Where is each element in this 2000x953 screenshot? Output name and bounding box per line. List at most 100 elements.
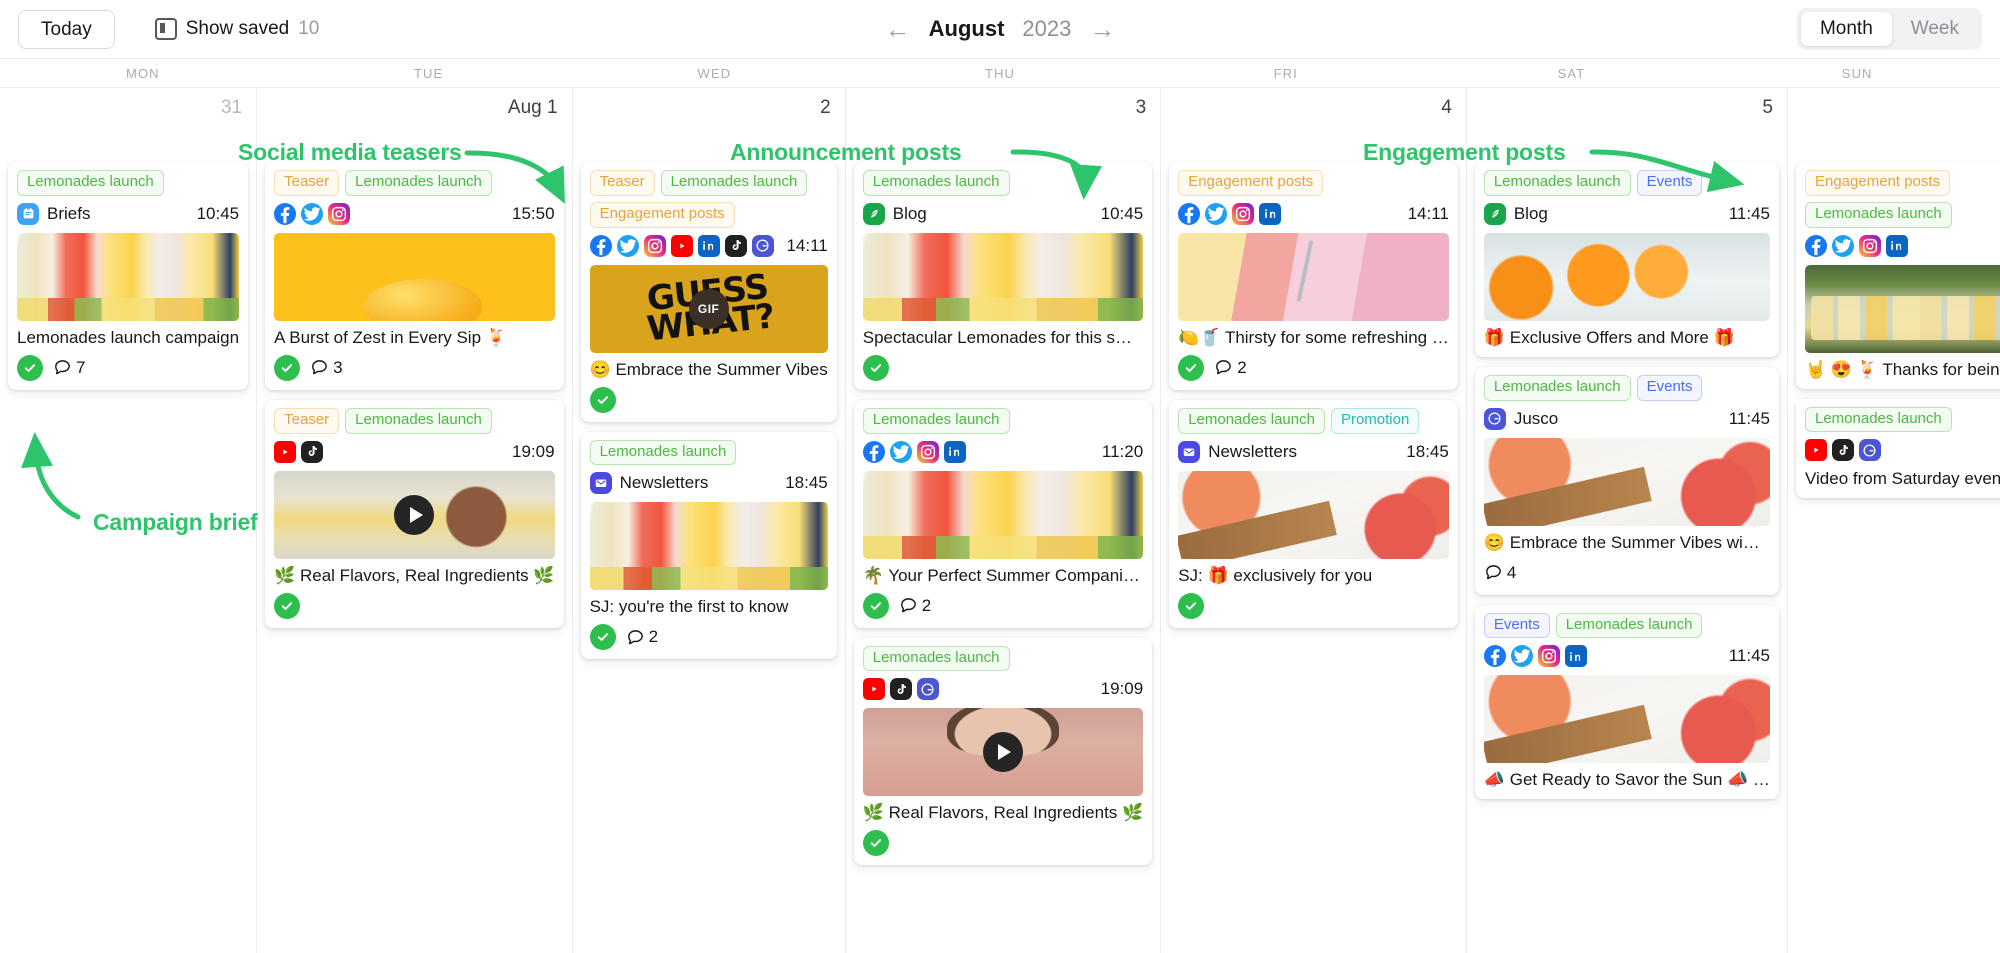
weekday-header: MON TUE WED THU FRI SAT SUN [0, 58, 2000, 88]
comment-count[interactable]: 7 [53, 358, 85, 378]
weekday-tue: TUE [413, 66, 444, 81]
comment-count[interactable]: 2 [626, 627, 658, 647]
today-button[interactable]: Today [18, 9, 115, 49]
campaign-tag[interactable]: Promotion [1330, 407, 1420, 434]
channel-group: Blog [862, 202, 927, 225]
post-card[interactable]: Events Lemonades launch 11:45 📣 Get Ready t… [1474, 604, 1779, 804]
post-thumbnail[interactable] [1178, 232, 1449, 321]
campaign-tag[interactable]: Events [1636, 374, 1703, 401]
post-card[interactable]: Lemonades launch 19:09 🌿 Real Flavors, Rea… [853, 637, 1153, 870]
campaign-tag[interactable]: Lemonades launch [1804, 406, 1952, 433]
post-thumbnail[interactable] [1483, 675, 1770, 764]
day-column-tue[interactable]: Aug 1 Teaser Lemonades launch 15:50 A Burst … [257, 88, 573, 953]
day-column-sun[interactable]: 6 Engagement posts Lemonades launch 14:11 🤘 … [1788, 88, 2000, 953]
post-card[interactable]: Teaser Lemonades launch 19:09 🌿 Real Flavor… [265, 399, 564, 633]
approved-check-icon[interactable] [1178, 354, 1205, 381]
campaign-tag[interactable]: Lemonades launch [17, 170, 164, 196]
approved-check-icon[interactable] [274, 354, 301, 381]
campaign-tag[interactable]: Teaser [589, 170, 655, 196]
day-column-thu[interactable]: 3 Lemonades launch Blog 10:45 Spectacular Le… [846, 88, 1162, 953]
approved-check-icon[interactable] [274, 592, 301, 619]
play-icon[interactable] [394, 494, 435, 535]
post-time: 11:20 [1101, 441, 1144, 461]
post-thumbnail[interactable]: GUESS WHAT?GIF [589, 264, 828, 353]
post-card[interactable]: Lemonades launch Briefs 10:45 Lemonades lau… [8, 162, 249, 395]
play-icon[interactable] [982, 732, 1023, 773]
campaign-tag[interactable]: Lemonades launch [1555, 612, 1703, 639]
calendar-grid: 31 Lemonades launch Briefs 10:45 Lemonades l… [0, 88, 2000, 953]
post-thumbnail[interactable] [862, 708, 1144, 797]
post-title: 🌴 Your Perfect Summer Compani… [862, 565, 1140, 585]
comment-count[interactable]: 4 [1484, 563, 1516, 583]
channel-group [862, 440, 966, 463]
day-column-wed[interactable]: 2 Teaser Lemonades launch Engagement posts 1… [573, 88, 846, 953]
approved-check-icon[interactable] [862, 592, 889, 619]
approved-check-icon[interactable] [589, 624, 616, 651]
prev-month-icon[interactable]: ← [885, 16, 911, 42]
comment-count[interactable]: 3 [310, 358, 343, 378]
campaign-tag[interactable]: Events [1636, 170, 1703, 196]
post-card[interactable]: Lemonades launch Blog 10:45 Spectacular Lem… [853, 162, 1153, 390]
day-column-sat[interactable]: 5 Lemonades launch Events Blog 11:45 🎁 Exclus… [1467, 88, 1788, 953]
toolbar: Today Show saved 10 ← August 2023 → Mont… [0, 0, 2000, 58]
campaign-tag[interactable]: Lemonades launch [1178, 407, 1325, 434]
campaign-tag[interactable]: Teaser [274, 407, 340, 434]
post-card[interactable]: Lemonades launch Newsletters 18:45 SJ: you'… [580, 431, 837, 664]
post-card[interactable]: Lemonades launch Promotion Newsletters 18:4… [1169, 399, 1458, 633]
approved-check-icon[interactable] [589, 386, 616, 413]
comment-count[interactable]: 2 [899, 596, 931, 616]
post-title: SJ: you're the first to know [589, 597, 789, 617]
campaign-tag[interactable]: Lemonades launch [862, 645, 1010, 672]
post-thumbnail[interactable] [862, 232, 1144, 321]
campaign-tag[interactable]: Engagement posts [589, 201, 735, 228]
show-saved-toggle[interactable]: Show saved 10 [154, 18, 320, 40]
tab-month[interactable]: Month [1800, 11, 1892, 47]
post-card[interactable]: Engagement posts 14:11 🍋🥤 Thirsty for some… [1169, 162, 1458, 390]
post-thumbnail[interactable] [1483, 437, 1770, 526]
next-month-icon[interactable]: → [1089, 16, 1115, 42]
comment-count[interactable]: 2 [1214, 358, 1247, 378]
post-card[interactable]: Lemonades launch 11:20 🌴 Your Perfect Summ… [853, 399, 1153, 628]
campaign-tag[interactable]: Lemonades launch [1483, 374, 1631, 401]
post-card[interactable]: Teaser Lemonades launch 15:50 A Burst of Ze… [265, 162, 564, 390]
campaign-tag[interactable]: Lemonades launch [345, 407, 492, 434]
day-column-mon[interactable]: 31 Lemonades launch Briefs 10:45 Lemonades l… [0, 88, 258, 953]
campaign-tag[interactable]: Engagement posts [1804, 170, 1951, 196]
campaign-tag[interactable]: Events [1483, 612, 1550, 639]
post-card[interactable]: Lemonades launch Events Blog 11:45 🎁 Exclusi… [1474, 162, 1779, 357]
campaign-tag[interactable]: Lemonades launch [589, 439, 737, 466]
campaign-tag[interactable]: Lemonades launch [660, 170, 808, 196]
campaign-tag[interactable]: Lemonades launch [1483, 170, 1631, 196]
post-time: 18:45 [785, 473, 828, 493]
campaign-tag[interactable]: Lemonades launch [345, 170, 492, 196]
facebook-icon [589, 234, 612, 257]
approved-check-icon[interactable] [862, 354, 889, 381]
approved-check-icon[interactable] [1178, 592, 1205, 619]
mail-icon [589, 472, 612, 495]
campaign-tag[interactable]: Lemonades launch [862, 170, 1010, 196]
post-card[interactable]: Lemonades launch 19:09 Video from Saturday… [1795, 398, 2000, 503]
post-thumbnail[interactable] [1483, 232, 1770, 321]
post-thumbnail[interactable] [274, 470, 555, 559]
campaign-tag[interactable]: Lemonades launch [862, 407, 1010, 434]
post-card[interactable]: Lemonades launch Events Jusco 11:45 😊 Embrac… [1474, 366, 1779, 595]
campaign-tag[interactable]: Teaser [274, 170, 340, 196]
show-saved-count: 10 [298, 18, 320, 39]
campaign-tag[interactable]: Engagement posts [1178, 170, 1324, 196]
instagram-icon [328, 202, 351, 225]
tab-week[interactable]: Week [1892, 12, 1978, 47]
card-meta-row: 19:09 [862, 677, 1143, 701]
approved-check-icon[interactable] [17, 354, 43, 381]
post-thumbnail[interactable] [274, 232, 555, 321]
show-saved-label: Show saved [185, 18, 290, 39]
post-thumbnail[interactable] [17, 232, 240, 321]
post-thumbnail[interactable] [589, 502, 828, 591]
post-card[interactable]: Engagement posts Lemonades launch 14:11 🤘 😍… [1795, 162, 2000, 389]
post-thumbnail[interactable] [1804, 264, 2000, 353]
post-card[interactable]: Teaser Lemonades launch Engagement posts 14… [580, 162, 837, 422]
campaign-tag[interactable]: Lemonades launch [1804, 201, 1952, 228]
approved-check-icon[interactable] [862, 830, 889, 857]
post-thumbnail[interactable] [1178, 470, 1449, 559]
day-column-fri[interactable]: 4 Engagement posts 14:11 🍋🥤 Thirsty for som… [1161, 88, 1467, 953]
post-thumbnail[interactable] [862, 470, 1144, 559]
